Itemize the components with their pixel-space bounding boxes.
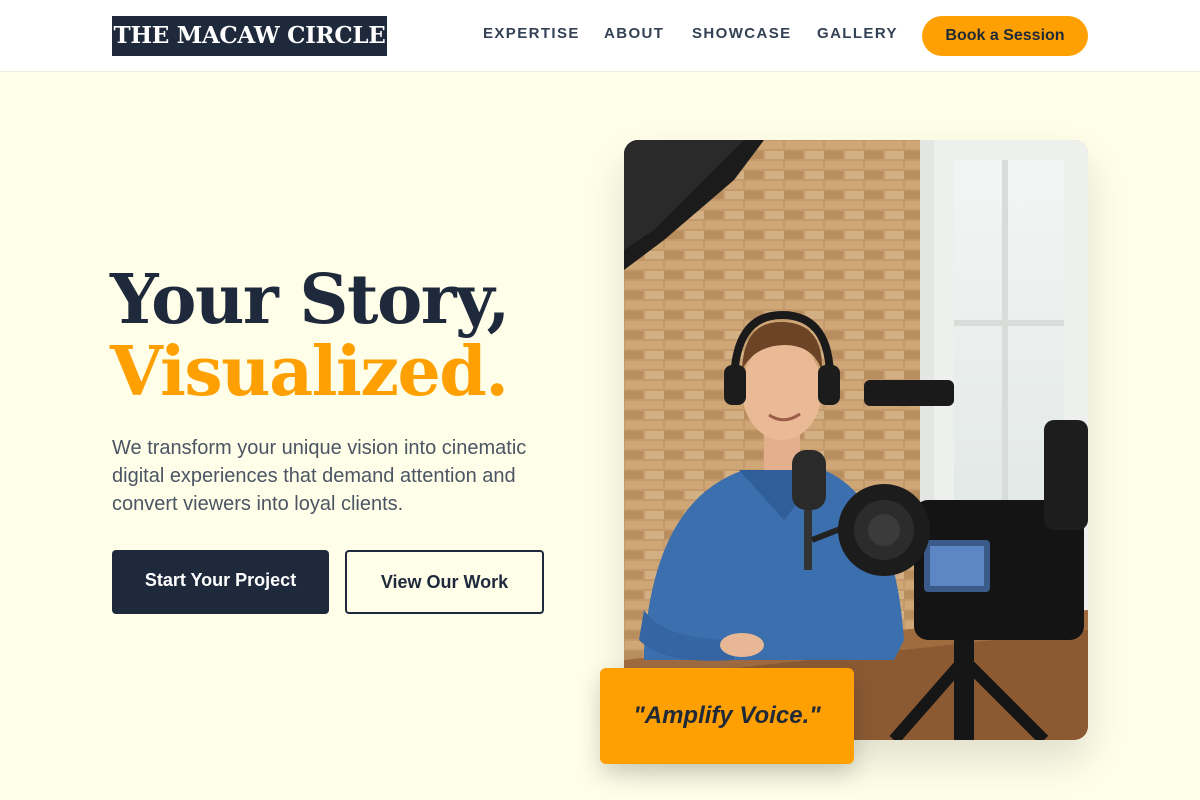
headline-line-1: Your Story,: [110, 260, 510, 340]
hero-subtext: We transform your unique vision into cin…: [112, 437, 527, 515]
nav-link-expertise[interactable]: EXPERTISE: [483, 24, 580, 44]
nav-link-gallery[interactable]: GALLERY: [817, 24, 898, 44]
book-session-button[interactable]: Book a Session: [922, 16, 1088, 56]
nav-link-about[interactable]: ABOUT: [604, 24, 664, 44]
podcast-scene-illustration: [624, 140, 1088, 740]
nav-link-showcase[interactable]: SHOWCASE: [692, 24, 792, 44]
site-header: THE MACAW CIRCLE EXPERTISE ABOUT SHOWCAS…: [0, 0, 1200, 72]
hero-photo: [624, 140, 1088, 740]
hero-headline: Your Story, Visualized.: [110, 260, 510, 412]
site-logo[interactable]: THE MACAW CIRCLE: [112, 16, 387, 56]
view-work-button[interactable]: View Our Work: [345, 550, 544, 614]
quote-card: "Amplify Voice.": [600, 668, 854, 764]
quote-text: "Amplify Voice.": [633, 702, 821, 729]
start-project-button[interactable]: Start Your Project: [112, 550, 329, 614]
headline-line-2: Visualized.: [110, 332, 509, 412]
